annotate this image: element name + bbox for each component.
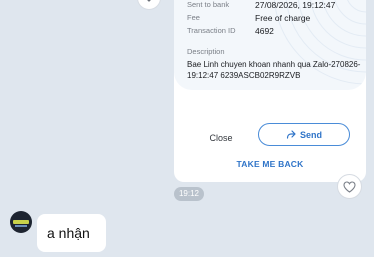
- scroll-button[interactable]: [137, 0, 161, 10]
- chevron-icon: [147, 0, 151, 2]
- sent-to-bank-value: 27/08/2026, 19:12:47: [255, 0, 336, 10]
- close-button[interactable]: Close: [198, 130, 244, 146]
- avatar-graphic-accent: [15, 225, 27, 227]
- sent-to-bank-label: Sent to bank: [187, 0, 230, 9]
- receipt-details: Sent to bank 27/08/2026, 19:12:47 Fee Fr…: [174, 0, 366, 90]
- heart-icon: [343, 180, 356, 193]
- avatar-graphic: [13, 220, 29, 224]
- fee-label: Fee: [187, 13, 200, 22]
- description-label: Description: [187, 47, 225, 56]
- reaction-button[interactable]: [337, 174, 362, 199]
- transaction-id-value: 4692: [255, 26, 274, 36]
- chat-background: Sent to bank 27/08/2026, 19:12:47 Fee Fr…: [0, 0, 374, 257]
- share-arrow-icon: [286, 130, 296, 139]
- description-text: Bae Linh chuyen khoan nhanh qua Zalo-270…: [187, 60, 361, 80]
- take-me-back-link[interactable]: TAKE ME BACK: [174, 159, 366, 169]
- transaction-id-label: Transaction ID: [187, 26, 236, 35]
- send-label: Send: [299, 129, 322, 140]
- transfer-receipt-card: Sent to bank 27/08/2026, 19:12:47 Fee Fr…: [174, 0, 366, 182]
- fee-value: Free of charge: [255, 13, 311, 23]
- message-timestamp: 19:12: [174, 187, 204, 201]
- send-button[interactable]: Send: [258, 123, 350, 146]
- message-bubble[interactable]: a nhận: [37, 214, 106, 252]
- avatar[interactable]: [10, 211, 32, 233]
